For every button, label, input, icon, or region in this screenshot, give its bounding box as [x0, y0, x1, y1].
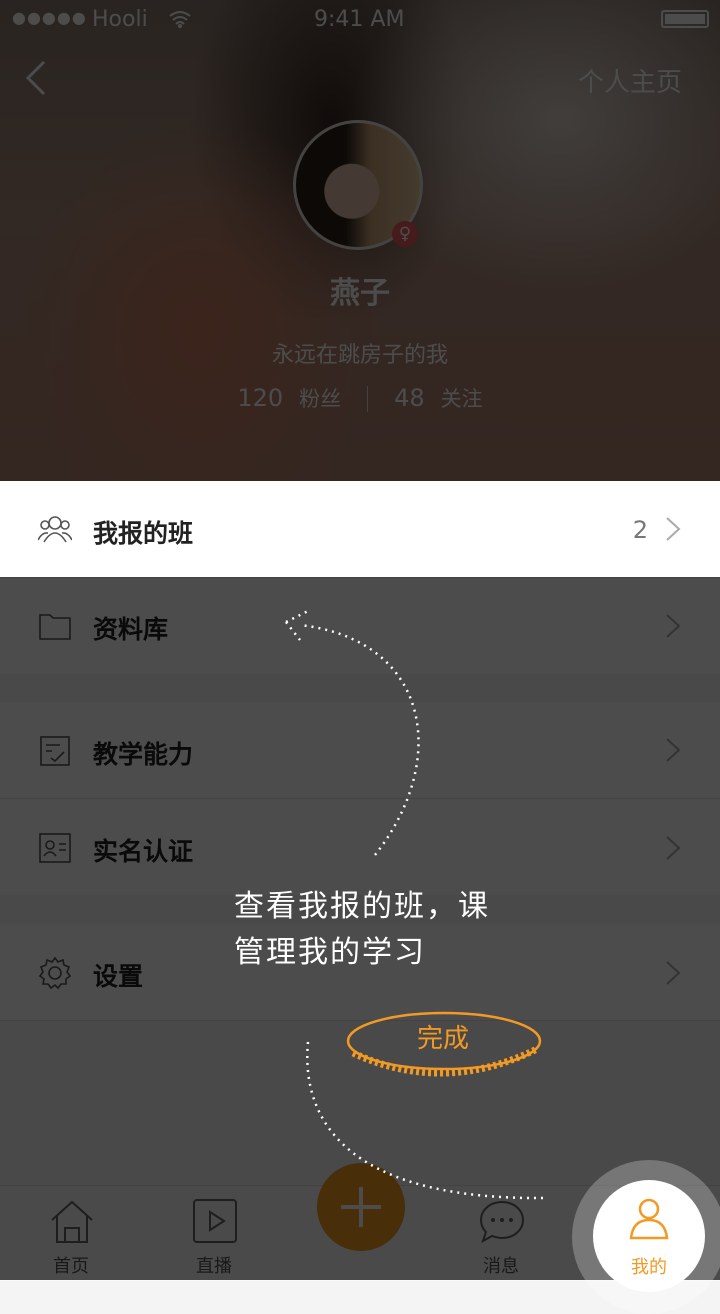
guide-hint-text: 查看我报的班，课 管理我的学习: [234, 884, 534, 976]
guide-arrows: [285, 608, 546, 1200]
person-icon: [629, 1198, 669, 1240]
curved-arrow-up: [299, 623, 420, 856]
hint-line: 查看我报的班，课: [234, 889, 490, 924]
hint-line: 管理我的学习: [234, 935, 426, 970]
done-button-label[interactable]: 完成: [343, 1018, 543, 1055]
tab-label: 我的: [631, 1257, 667, 1278]
